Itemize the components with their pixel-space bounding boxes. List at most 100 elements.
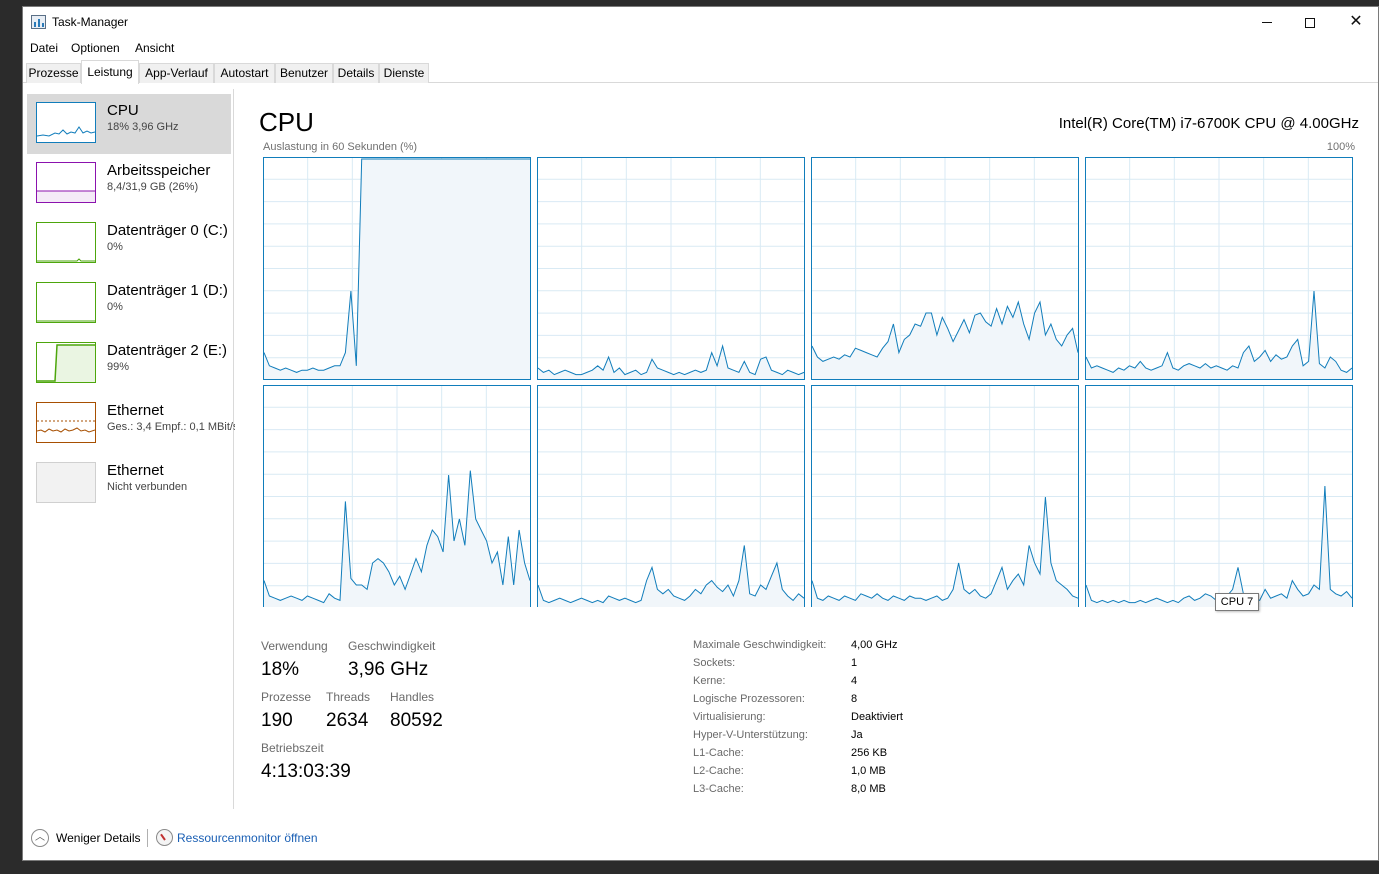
tab-autostart[interactable]: Autostart [214, 63, 275, 83]
info-label: L1-Cache: [693, 747, 744, 759]
info-value: 4 [851, 675, 858, 687]
disk-1-thumbnail-graph [36, 282, 96, 323]
info-value: Ja [851, 729, 863, 741]
info-value: 1,0 MB [851, 765, 886, 777]
sidebar-item-label: Datenträger 0 (C:) [107, 222, 228, 239]
usage-value: 18% [261, 659, 300, 680]
menu-optionen[interactable]: Optionen [71, 41, 120, 55]
sidebar-item-label: Arbeitsspeicher [107, 162, 211, 179]
info-value: 256 KB [851, 747, 888, 759]
cpu-graph-2[interactable] [811, 157, 1079, 380]
sidebar-item-label: Ethernet [107, 462, 164, 479]
window-title: Task-Manager [52, 15, 129, 29]
sidebar-item-sub: 99% [107, 361, 130, 373]
sidebar-item-sub: 0% [107, 301, 123, 313]
cpu-graph-7[interactable] [1085, 385, 1353, 607]
info-label: L2-Cache: [693, 765, 744, 777]
speed-value: 3,96 GHz [348, 659, 429, 680]
open-resource-monitor-link[interactable]: Ressourcenmonitor öffnen [177, 831, 318, 845]
info-label: Hyper-V-Unterstützung: [693, 729, 808, 741]
fewer-details-link[interactable]: Weniger Details [56, 831, 140, 845]
threads-value: 2634 [326, 710, 369, 731]
task-manager-icon [31, 15, 46, 29]
sidebar-item-sub: Ges.: 3,4 Empf.: 0,1 MBit/s [107, 421, 235, 433]
tab-benutzer[interactable]: Benutzer [275, 63, 333, 83]
resource-monitor-icon[interactable] [156, 829, 173, 846]
chevron-up-icon[interactable]: ︿ [31, 829, 49, 847]
logical-processor-graphs[interactable] [263, 157, 1355, 607]
cpu-model-name: Intel(R) Core(TM) i7-6700K CPU @ 4.00GHz [1058, 115, 1359, 132]
sidebar-item-sub: 8,4/31,9 GB (26%) [107, 181, 199, 193]
disk-2-thumbnail-graph [36, 342, 96, 383]
tab-dienste[interactable]: Dienste [379, 63, 429, 83]
cpu-tooltip: CPU 7 [1215, 593, 1259, 611]
minimize-button[interactable] [1244, 7, 1290, 37]
threads-label: Threads [326, 690, 371, 704]
maximize-icon [1305, 17, 1315, 28]
sidebar-item-label: Datenträger 1 (D:) [107, 282, 228, 299]
minimize-icon [1262, 22, 1272, 24]
uptime-label: Betriebszeit [261, 741, 324, 755]
close-button[interactable]: ✕ [1333, 7, 1379, 37]
resource-sidebar: CPU 18% 3,96 GHz Arbeitsspeicher 8,4/31,… [23, 89, 235, 809]
info-label: Logische Prozessoren: [693, 693, 805, 705]
tab-prozesse[interactable]: Prozesse [26, 63, 81, 83]
sidebar-item-memory[interactable]: Arbeitsspeicher 8,4/31,9 GB (26%) [27, 154, 231, 214]
utilization-max-label: 100% [1326, 141, 1355, 153]
info-label: Virtualisierung: [693, 711, 766, 723]
info-label: Maximale Geschwindigkeit: [693, 639, 827, 651]
info-label: Sockets: [693, 657, 736, 669]
ethernet-disconnected-thumbnail [36, 462, 96, 503]
sidebar-item-disk-1[interactable]: Datenträger 1 (D:) 0% [27, 274, 231, 334]
title-bar[interactable]: Task-Manager ✕ [23, 7, 1378, 37]
cpu-area-0 [264, 159, 530, 380]
info-label: Kerne: [693, 675, 726, 687]
info-value: 8,0 MB [851, 783, 886, 795]
cpu-graph-4[interactable] [263, 385, 531, 607]
sidebar-item-ethernet-disconnected[interactable]: Ethernet Nicht verbunden [27, 454, 231, 514]
sidebar-item-label: CPU [107, 102, 139, 119]
ethernet-thumbnail-graph [36, 402, 96, 443]
task-manager-window: Task-Manager ✕ Datei Optionen Ansicht Pr… [22, 6, 1379, 861]
handles-value: 80592 [390, 710, 443, 731]
sidebar-item-sub: Nicht verbunden [107, 481, 188, 493]
menu-datei[interactable]: Datei [30, 41, 58, 55]
info-value: 1 [851, 657, 858, 669]
footer-divider [147, 829, 148, 847]
disk-0-thumbnail-graph [36, 222, 96, 263]
cpu-thumbnail-graph [36, 102, 96, 143]
speed-label: Geschwindigkeit [348, 639, 436, 653]
tab-app-verlauf[interactable]: App-Verlauf [139, 63, 214, 83]
footer-bar: ︿ Weniger Details Ressourcenmonitor öffn… [23, 825, 1378, 855]
sidebar-item-label: Datenträger 2 (E:) [107, 342, 228, 359]
tab-leistung[interactable]: Leistung [81, 60, 139, 84]
sidebar-item-disk-2[interactable]: Datenträger 2 (E:) 99% [27, 334, 231, 394]
cpu-graph-canvas[interactable] [263, 157, 1355, 607]
uptime-value: 4:13:03:39 [261, 761, 351, 782]
usage-label: Verwendung [261, 639, 328, 653]
menu-ansicht[interactable]: Ansicht [135, 41, 174, 55]
processes-value: 190 [261, 710, 293, 731]
info-value: Deaktiviert [851, 711, 903, 723]
memory-thumbnail-graph [36, 162, 96, 203]
tab-details[interactable]: Details [333, 63, 379, 83]
info-value: 4,00 GHz [851, 639, 898, 651]
sidebar-item-sub: 0% [107, 241, 123, 253]
cpu-graph-0[interactable] [263, 157, 531, 380]
sidebar-item-disk-0[interactable]: Datenträger 0 (C:) 0% [27, 214, 231, 274]
sidebar-item-label: Ethernet [107, 402, 164, 419]
info-label: L3-Cache: [693, 783, 744, 795]
sidebar-item-cpu[interactable]: CPU 18% 3,96 GHz [27, 94, 231, 154]
close-icon: ✕ [1349, 13, 1363, 30]
sidebar-item-ethernet[interactable]: Ethernet Ges.: 3,4 Empf.: 0,1 MBit/s [27, 394, 235, 454]
maximize-button[interactable] [1287, 7, 1333, 37]
page-title: CPU [259, 107, 314, 137]
processes-label: Prozesse [261, 690, 312, 704]
cpu-detail-panel: CPU Intel(R) Core(TM) i7-6700K CPU @ 4.0… [259, 89, 1359, 809]
tab-bar: Prozesse Leistung App-Verlauf Autostart … [23, 60, 1378, 84]
cpu-graph-1[interactable] [537, 157, 805, 380]
cpu-graph-3[interactable] [1085, 157, 1353, 380]
info-value: 8 [851, 693, 858, 705]
cpu-graph-6[interactable] [811, 385, 1079, 607]
cpu-graph-5[interactable] [537, 385, 805, 607]
